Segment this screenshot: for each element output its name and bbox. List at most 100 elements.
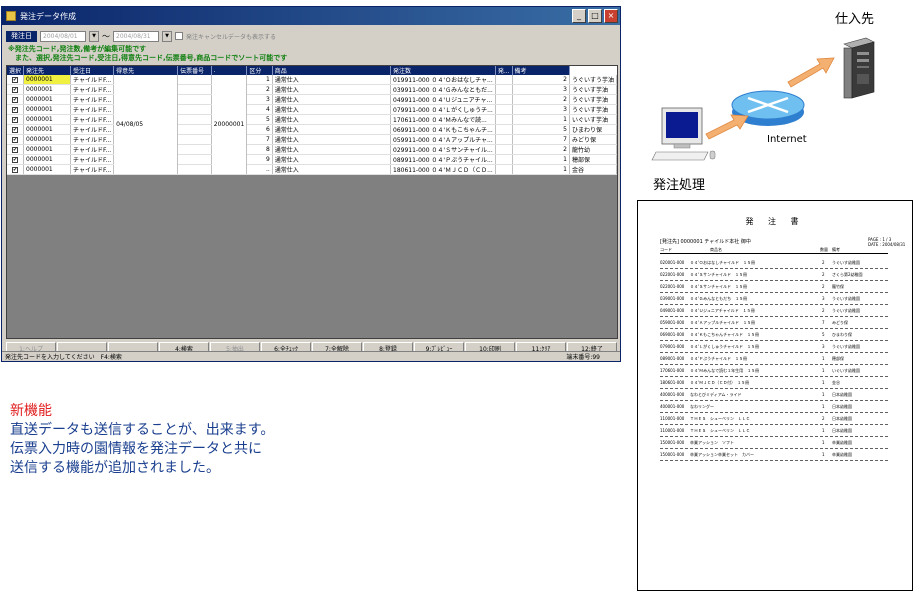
date-to-dropdown-icon[interactable]: ▼ xyxy=(162,30,172,42)
table-row[interactable]: ✔ 0000001 チャイルドF..... 通常仕入 180611-000 ０４'ＭＪＣ… xyxy=(7,164,618,175)
row-select-checkbox[interactable]: ✔ xyxy=(7,124,25,135)
column-header[interactable]: 発... xyxy=(495,66,513,75)
table-row[interactable]: ✔ 0000001 チャイルドF... 4 通常仕入 079911-000 ０４'Ｌがくし… xyxy=(7,104,618,115)
memo-cell[interactable]: いぐいす芋油 xyxy=(569,114,618,125)
memo-cell[interactable]: うぐいす芋油 xyxy=(569,104,618,115)
check-icon[interactable]: ✔ xyxy=(12,167,18,173)
row-select-checkbox[interactable]: ✔ xyxy=(7,154,25,165)
check-icon[interactable]: ✔ xyxy=(12,77,18,83)
order-qty-cell[interactable] xyxy=(495,154,513,165)
row-select-checkbox[interactable]: ✔ xyxy=(7,84,25,95)
document-code-cell: 020001-000 xyxy=(660,260,685,265)
date-from-input[interactable]: 2004/08/01 xyxy=(40,30,86,42)
table-row[interactable]: ✔ 0000001 チャイルドF... 9 通常仕入 089911-000 ０４'Ｐぷうチ… xyxy=(7,154,618,165)
column-header[interactable]: 発注先 xyxy=(23,66,72,75)
supplier-name-cell: チャイルドF... xyxy=(70,75,115,85)
category-cell: 通常仕入 xyxy=(272,94,392,105)
row-select-checkbox[interactable]: ✔ xyxy=(7,114,25,125)
order-qty-cell[interactable] xyxy=(495,144,513,155)
table-row[interactable]: ✔ 0000001 チャイルドF... 6 通常仕入 069911-000 ０４'Ｋもこち… xyxy=(7,124,618,135)
qty-cell: 5 xyxy=(512,124,570,135)
order-date-cell: 04/08/05 xyxy=(113,75,179,175)
check-icon[interactable]: ✔ xyxy=(12,117,18,123)
order-qty-cell[interactable] xyxy=(495,164,513,175)
column-header[interactable]: 区分 xyxy=(246,66,273,75)
date-filter: 発注日 2004/08/01 ▼ ～ 2004/08/31 ▼ 発注キャンセルデ… xyxy=(6,29,276,43)
table-row[interactable]: ✔ 0000001 チャイルドF... 7 通常仕入 059911-000 ０４'Ａアップ… xyxy=(7,134,618,145)
date-to-input[interactable]: 2004/08/31 xyxy=(113,30,159,42)
order-qty-cell[interactable] xyxy=(495,104,513,115)
supplier-code-cell[interactable]: 0000001 xyxy=(23,124,72,135)
supplier-code-cell[interactable]: 0000001 xyxy=(23,104,72,115)
table-row[interactable]: ✔ 0000001 チャイルドF... 3 通常仕入 049911-000 ０４'Ｕジュニ… xyxy=(7,94,618,105)
document-qty-cell: 2 xyxy=(822,416,825,421)
cancel-data-checkbox[interactable] xyxy=(175,32,183,40)
customer-cell xyxy=(177,164,212,175)
row-select-checkbox[interactable]: ✔ xyxy=(7,134,25,145)
row-select-checkbox[interactable]: ✔ xyxy=(7,144,25,155)
memo-cell[interactable]: 龍竹幼 xyxy=(569,144,618,155)
row-select-checkbox[interactable]: ✔ xyxy=(7,75,25,85)
check-icon[interactable]: ✔ xyxy=(12,157,18,163)
supplier-code-cell[interactable]: 0000001 xyxy=(23,164,72,175)
order-qty-cell[interactable] xyxy=(495,94,513,105)
column-header[interactable]: 商品 xyxy=(272,66,392,75)
memo-cell[interactable]: うぐいすう芋油 xyxy=(569,75,618,85)
column-header[interactable]: 発注数 xyxy=(390,66,496,75)
minimize-button[interactable]: _ xyxy=(572,9,586,23)
memo-cell[interactable]: うぐいす芋油 xyxy=(569,94,618,105)
document-memo-cell: 日本幼稚園 xyxy=(832,416,852,421)
column-header[interactable]: 備考 xyxy=(512,66,570,75)
memo-cell[interactable]: 金谷 xyxy=(569,164,618,175)
document-qty-cell: 2 xyxy=(822,272,825,277)
document-memo-cell: うぐいす幼稚園 xyxy=(832,344,860,349)
order-qty-cell[interactable] xyxy=(495,114,513,125)
qty-cell: 2 xyxy=(512,144,570,155)
table-row[interactable]: ✔ 0000001 チャイルドF... 04/08/05 20000001 1 通常仕入 01… xyxy=(7,75,618,175)
maximize-button[interactable]: □ xyxy=(588,9,602,23)
check-icon[interactable]: ✔ xyxy=(12,97,18,103)
supplier-code-cell[interactable]: 0000001 xyxy=(23,154,72,165)
document-row: 110001-000 ＴＨＥＳ シューベリン ＬＬＣ 1 日本幼稚園 xyxy=(660,425,888,437)
row-select-checkbox[interactable]: ✔ xyxy=(7,164,25,175)
order-qty-cell[interactable] xyxy=(495,124,513,135)
item-cell: 059911-000 ０４'Ａアップルチャ... xyxy=(390,134,496,145)
order-qty-cell[interactable] xyxy=(495,75,513,85)
column-header[interactable]: 受注日 xyxy=(70,66,115,75)
supplier-code-cell[interactable]: 0000001 xyxy=(23,134,72,145)
column-header[interactable]: . xyxy=(211,66,248,75)
column-header[interactable]: 選択 xyxy=(7,66,25,75)
check-icon[interactable]: ✔ xyxy=(12,137,18,143)
supplier-code-cell[interactable]: 0000001 xyxy=(23,84,72,95)
memo-cell[interactable]: みどり保 xyxy=(569,134,618,145)
order-grid: 選択 発注先 受注日 得意先 伝票番号. 区分 商品 発注数 発... 備考 ✔ 0000001 チャ… xyxy=(6,65,618,339)
column-header[interactable]: 得意先 xyxy=(113,66,179,75)
order-qty-cell[interactable] xyxy=(495,134,513,145)
check-icon[interactable]: ✔ xyxy=(12,107,18,113)
check-icon[interactable]: ✔ xyxy=(12,87,18,93)
table-row[interactable]: ✔ 0000001 チャイルドF... 8 通常仕入 029911-000 ０４'Ｓサンチ… xyxy=(7,144,618,155)
close-button[interactable]: × xyxy=(604,9,618,23)
supplier-code-cell[interactable]: 0000001 xyxy=(23,144,72,155)
memo-cell[interactable]: うぐいす芋油 xyxy=(569,84,618,95)
document-memo-cell: 龍竹保 xyxy=(832,284,844,289)
row-select-checkbox[interactable]: ✔ xyxy=(7,94,25,105)
supplier-code-cell[interactable]: 0000001 xyxy=(23,75,72,85)
table-row[interactable]: ✔ 0000001 チャイルドF... 5 通常仕入 170611-000 ０４'Ｍみんな… xyxy=(7,114,618,125)
check-icon[interactable]: ✔ xyxy=(12,147,18,153)
check-icon[interactable]: ✔ xyxy=(12,127,18,133)
row-select-checkbox[interactable]: ✔ xyxy=(7,104,25,115)
supplier-code-cell[interactable]: 0000001 xyxy=(23,94,72,105)
document-memo-cell: さくら第2幼稚園 xyxy=(832,272,863,277)
order-qty-cell[interactable] xyxy=(495,84,513,95)
document-name-cell: ＴＨＥＳ シューベリン ＬＬＣ xyxy=(690,428,750,433)
table-header-row: 選択 発注先 受注日 得意先 伝票番号. 区分 商品 発注数 発... 備考 xyxy=(7,66,617,75)
qty-cell: 3 xyxy=(512,104,570,115)
column-header[interactable]: 伝票番号 xyxy=(177,66,212,75)
memo-cell[interactable]: 穂部保 xyxy=(569,154,618,165)
memo-cell[interactable]: ひまわり保 xyxy=(569,124,618,135)
document-row: 059001-000 ０４'Ａアップルチャイルド １５冊 7 みどり保 xyxy=(660,317,888,329)
date-from-dropdown-icon[interactable]: ▼ xyxy=(89,30,99,42)
table-row[interactable]: ✔ 0000001 チャイルドF... 2 通常仕入 039911-000 ０４'Ｇみんな… xyxy=(7,84,618,95)
supplier-code-cell[interactable]: 0000001 xyxy=(23,114,72,125)
